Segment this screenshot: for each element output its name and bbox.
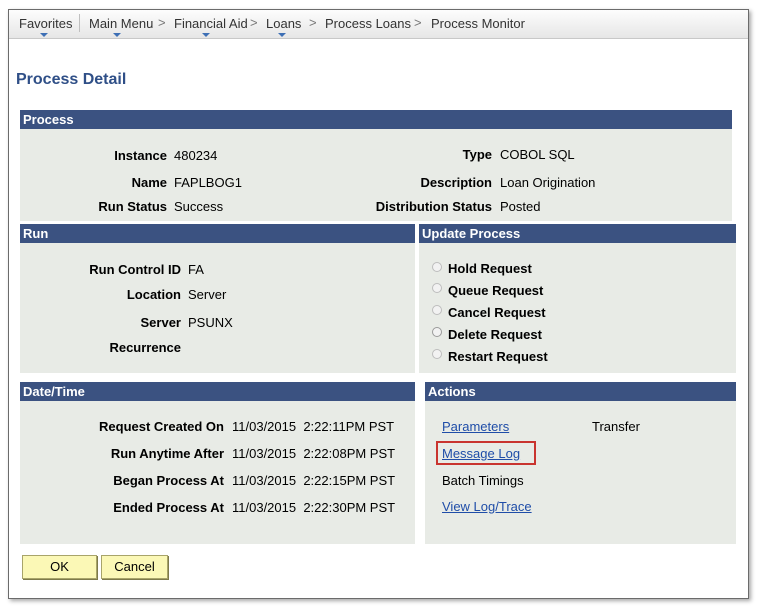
began-process-label: Began Process At (113, 473, 224, 488)
run-control-id-label: Run Control ID (89, 262, 181, 277)
actions-panel-header: Actions (425, 382, 736, 401)
restart-request-label: Restart Request (448, 349, 548, 364)
ended-process-value: 11/03/2015 2:22:30PM PST (232, 500, 396, 515)
run-anytime-label: Run Anytime After (110, 446, 224, 461)
nav-financial-aid[interactable]: Financial Aid (174, 16, 248, 31)
breadcrumb-separator: > (414, 15, 422, 30)
breadcrumb: Favorites Main Menu > Financial Aid > Lo… (9, 10, 748, 39)
browser-window: Favorites Main Menu > Financial Aid > Lo… (8, 9, 749, 599)
nav-loans[interactable]: Loans (266, 16, 301, 31)
recurrence-label: Recurrence (109, 340, 181, 355)
chevron-down-icon[interactable] (40, 33, 48, 37)
parameters-link[interactable]: Parameters (442, 419, 509, 434)
chevron-down-icon[interactable] (113, 33, 121, 37)
breadcrumb-separator: > (158, 15, 166, 30)
delete-request-label: Delete Request (448, 327, 542, 342)
hold-request-radio[interactable] (432, 262, 442, 272)
distribution-status-value: Posted (500, 199, 541, 214)
began-process-value: 11/03/2015 2:22:15PM PST (232, 473, 396, 488)
run-control-id-value: FA (188, 262, 204, 277)
chevron-down-icon[interactable] (278, 33, 286, 37)
run-status-label: Run Status (98, 199, 167, 214)
cancel-request-label: Cancel Request (448, 305, 546, 320)
update-process-panel-header: Update Process (419, 224, 736, 243)
queue-request-radio[interactable] (432, 283, 442, 293)
nav-process-monitor[interactable]: Process Monitor (431, 16, 525, 31)
name-label: Name (131, 175, 167, 190)
location-value: Server (188, 287, 227, 302)
transfer-label: Transfer (592, 419, 640, 434)
description-label: Description (420, 175, 492, 190)
request-created-value: 11/03/2015 2:22:11PM PST (232, 419, 395, 434)
description-value: Loan Origination (500, 175, 596, 190)
cancel-button[interactable]: Cancel (101, 555, 168, 579)
delete-request-radio[interactable] (432, 327, 442, 337)
breadcrumb-separator: > (250, 15, 258, 30)
run-status-value: Success (174, 199, 224, 214)
server-value: PSUNX (188, 315, 233, 330)
type-label: Type (462, 147, 492, 162)
ok-button[interactable]: OK (22, 555, 97, 579)
run-panel (20, 243, 415, 373)
run-anytime-value: 11/03/2015 2:22:08PM PST (232, 446, 396, 461)
nav-favorites[interactable]: Favorites (19, 16, 72, 31)
run-panel-header: Run (20, 224, 415, 243)
type-value: COBOL SQL (500, 147, 575, 162)
breadcrumb-separator: > (309, 15, 317, 30)
chevron-down-icon[interactable] (202, 33, 210, 37)
name-value: FAPLBOG1 (174, 175, 242, 190)
ended-process-label: Ended Process At (113, 500, 224, 515)
message-log-link[interactable]: Message Log (442, 446, 520, 461)
date-time-panel-header: Date/Time (20, 382, 415, 401)
hold-request-label: Hold Request (448, 261, 532, 276)
nav-divider (79, 14, 80, 32)
location-label: Location (126, 287, 181, 302)
view-log-trace-link[interactable]: View Log/Trace (442, 499, 532, 514)
nav-process-loans[interactable]: Process Loans (325, 16, 411, 31)
instance-value: 480234 (174, 148, 218, 163)
page-title: Process Detail (16, 71, 127, 88)
distribution-status-label: Distribution Status (375, 199, 492, 214)
nav-main-menu[interactable]: Main Menu (89, 16, 153, 31)
queue-request-label: Queue Request (448, 283, 544, 298)
server-label: Server (140, 315, 181, 330)
instance-label: Instance (114, 148, 167, 163)
cancel-request-radio[interactable] (432, 305, 442, 315)
restart-request-radio[interactable] (432, 349, 442, 359)
process-panel-header: Process (20, 110, 732, 129)
batch-timings-label: Batch Timings (442, 473, 524, 488)
request-created-label: Request Created On (99, 419, 224, 434)
